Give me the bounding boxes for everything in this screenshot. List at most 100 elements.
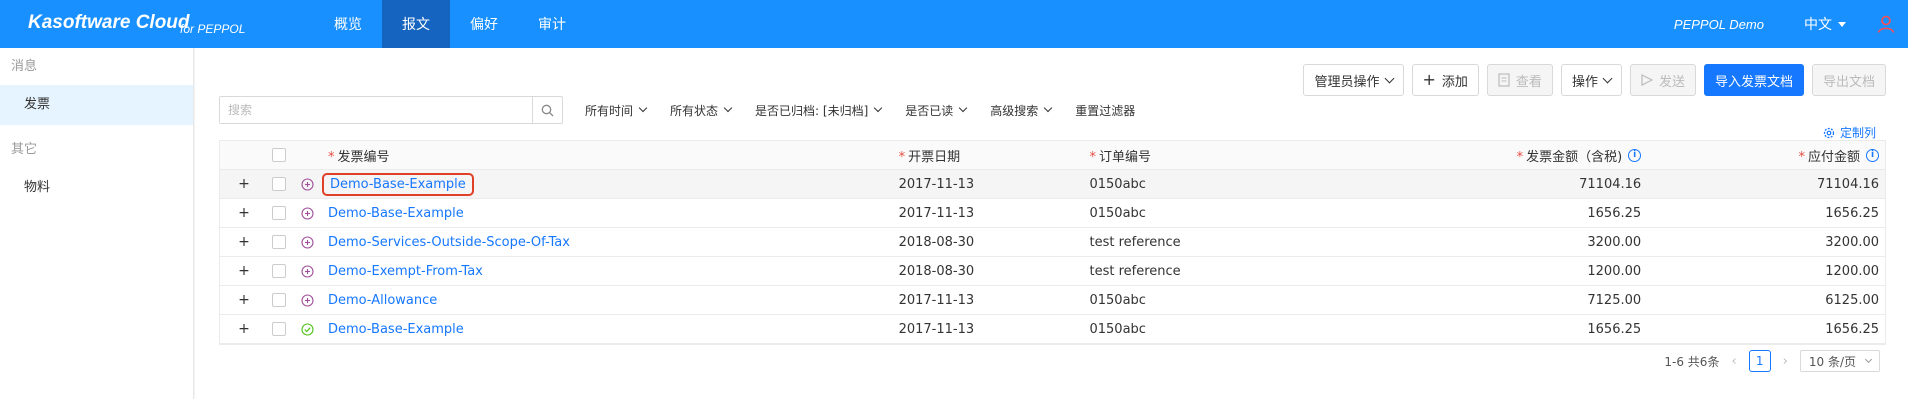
column-header-order-no[interactable]: * 订单编号 — [1085, 146, 1301, 165]
pagination-summary: 1-6 共6条 — [1664, 354, 1720, 369]
column-header-label: 发票编号 — [337, 149, 390, 165]
invoice-link[interactable]: Demo-Allowance — [328, 293, 437, 308]
filter-archived[interactable]: 是否已归档: [未归档] — [755, 102, 883, 119]
language-label: 中文 — [1804, 17, 1832, 33]
table-row[interactable]: + Demo-Base-Example 2017-11-13 0150abc 1… — [220, 315, 1885, 344]
table-row[interactable]: + Demo-Exempt-From-Tax 2018-08-30 test r… — [220, 257, 1885, 286]
column-header-payable[interactable]: * 应付金额 i — [1651, 146, 1885, 165]
issue-date-cell: 2017-11-13 — [898, 292, 975, 308]
plus-circle-icon — [290, 264, 326, 278]
language-selector[interactable]: 中文 — [1804, 14, 1846, 34]
view-button[interactable]: 查看 — [1486, 64, 1553, 96]
filter-read[interactable]: 是否已读 — [905, 102, 968, 119]
table-row[interactable]: + Demo-Base-Example 2017-11-13 0150abc 1… — [220, 199, 1885, 228]
chevron-right-icon[interactable]: › — [1783, 354, 1788, 369]
filter-status-label: 所有状态 — [670, 103, 719, 118]
filter-bar: 所有时间 所有状态 是否已归档: [未归档] 是否已读 高级搜索 重置过滤器 — [585, 96, 1135, 124]
sidebar-item-materials[interactable]: 物料 — [0, 168, 193, 208]
order-no-cell: 0150abc — [1089, 176, 1146, 192]
export-button[interactable]: 导出文档 — [1811, 64, 1886, 96]
table-row[interactable]: + Demo-Base-Example 2017-11-13 0150abc 7… — [220, 170, 1885, 199]
row-checkbox[interactable] — [271, 235, 286, 249]
page-size-select[interactable]: 10 条/页 — [1799, 350, 1880, 372]
table-row[interactable]: + Demo-Allowance 2017-11-13 0150abc 7125… — [220, 286, 1885, 315]
reset-filters-label: 重置过滤器 — [1075, 103, 1136, 118]
ops-label: 操作 — [1571, 74, 1598, 90]
filter-advanced[interactable]: 高级搜索 — [990, 102, 1053, 119]
info-icon[interactable]: i — [1628, 148, 1642, 162]
send-button[interactable]: 发送 — [1629, 64, 1696, 96]
send-icon — [1641, 74, 1653, 86]
invoice-link[interactable]: Demo-Base-Example — [328, 206, 464, 221]
chevron-left-icon[interactable]: ‹ — [1731, 354, 1736, 369]
invoice-link[interactable]: Demo-Base-Example — [328, 322, 464, 337]
chevron-down-icon — [1602, 73, 1613, 83]
send-label: 发送 — [1658, 74, 1685, 90]
issue-date-cell: 2017-11-13 — [898, 176, 975, 192]
chevron-down-icon — [1384, 73, 1394, 83]
search-input[interactable] — [220, 97, 532, 123]
invoice-link[interactable]: Demo-Base-Example — [321, 172, 474, 196]
plus-circle-icon — [290, 293, 326, 307]
brand-title: Kasoftware Cloud — [28, 12, 190, 33]
nav-overview[interactable]: 概览 — [314, 0, 382, 48]
sidebar-item-invoices[interactable]: 发票 — [0, 85, 193, 125]
admin-ops-button[interactable]: 管理员操作 — [1303, 64, 1404, 96]
nav-preferences[interactable]: 偏好 — [450, 0, 518, 48]
select-all-checkbox[interactable] — [271, 148, 286, 162]
page-button[interactable]: 1 — [1748, 350, 1771, 372]
order-no-cell: test reference — [1089, 234, 1181, 250]
gear-icon — [1823, 127, 1835, 138]
amount-cell: 7125.00 — [1587, 292, 1642, 308]
row-checkbox[interactable] — [271, 177, 286, 191]
top-bar: Kasoftware Cloud for PEPPOL 概览 报文 偏好 审计 … — [0, 0, 1908, 48]
chevron-down-icon — [874, 103, 883, 113]
column-header-invoice-no[interactable]: * 发票编号 — [326, 146, 895, 165]
table-row[interactable]: + Demo-Services-Outside-Scope-Of-Tax 201… — [220, 228, 1885, 257]
invoice-link[interactable]: Demo-Services-Outside-Scope-Of-Tax — [328, 235, 570, 250]
expand-row-icon[interactable]: + — [220, 205, 268, 221]
expand-row-icon[interactable]: + — [220, 321, 268, 337]
export-label: 导出文档 — [1822, 74, 1875, 90]
order-no-cell: test reference — [1089, 263, 1181, 279]
invoice-link[interactable]: Demo-Exempt-From-Tax — [328, 264, 483, 279]
info-icon[interactable]: i — [1866, 148, 1880, 162]
view-label: 查看 — [1515, 74, 1542, 90]
expand-row-icon[interactable]: + — [220, 234, 268, 250]
nav-audit[interactable]: 审计 — [518, 0, 586, 48]
search-button[interactable] — [532, 97, 562, 123]
row-checkbox[interactable] — [271, 264, 286, 278]
add-button[interactable]: + 添加 — [1411, 64, 1479, 96]
column-header-issue-date[interactable]: * 开票日期 — [895, 146, 1086, 165]
order-no-cell: 0150abc — [1089, 205, 1146, 221]
expand-row-icon[interactable]: + — [220, 176, 268, 192]
invoice-table: * 发票编号 * 开票日期 * 订单编号 * 发票金额（含税) i * 应付金额 i + De… — [219, 140, 1886, 345]
filter-time[interactable]: 所有时间 — [585, 102, 648, 119]
search-box — [219, 96, 563, 124]
main-content: 管理员操作 + 添加 查看 操作 发送 导入发票文档 导出文档 搜索 所有时间 … — [195, 48, 1908, 399]
filter-status[interactable]: 所有状态 — [670, 102, 733, 119]
column-header-label: 订单编号 — [1098, 149, 1151, 165]
amount-cell: 1200.00 — [1587, 263, 1642, 279]
chevron-down-icon — [638, 103, 648, 113]
column-header-amount[interactable]: * 发票金额（含税) i — [1301, 146, 1651, 165]
payable-cell: 6125.00 — [1825, 292, 1880, 308]
brand-logo[interactable]: Kasoftware Cloud for PEPPOL — [0, 0, 300, 48]
ops-button[interactable]: 操作 — [1560, 64, 1622, 96]
user-icon[interactable] — [1876, 14, 1896, 34]
nav-messages[interactable]: 报文 — [382, 0, 450, 48]
chevron-down-icon — [723, 103, 733, 113]
chevron-down-icon — [959, 103, 968, 113]
row-checkbox[interactable] — [271, 293, 286, 307]
payable-cell: 3200.00 — [1825, 234, 1880, 250]
row-checkbox[interactable] — [271, 322, 286, 336]
import-label: 导入发票文档 — [1714, 74, 1793, 90]
row-checkbox[interactable] — [271, 206, 286, 220]
customize-columns-link[interactable]: 定制列 — [1823, 124, 1876, 141]
expand-row-icon[interactable]: + — [220, 292, 268, 308]
order-no-cell: 0150abc — [1089, 292, 1146, 308]
import-invoice-button[interactable]: 导入发票文档 — [1703, 64, 1804, 96]
chevron-down-icon — [1864, 355, 1873, 363]
reset-filters-link[interactable]: 重置过滤器 — [1075, 102, 1135, 119]
expand-row-icon[interactable]: + — [220, 263, 268, 279]
